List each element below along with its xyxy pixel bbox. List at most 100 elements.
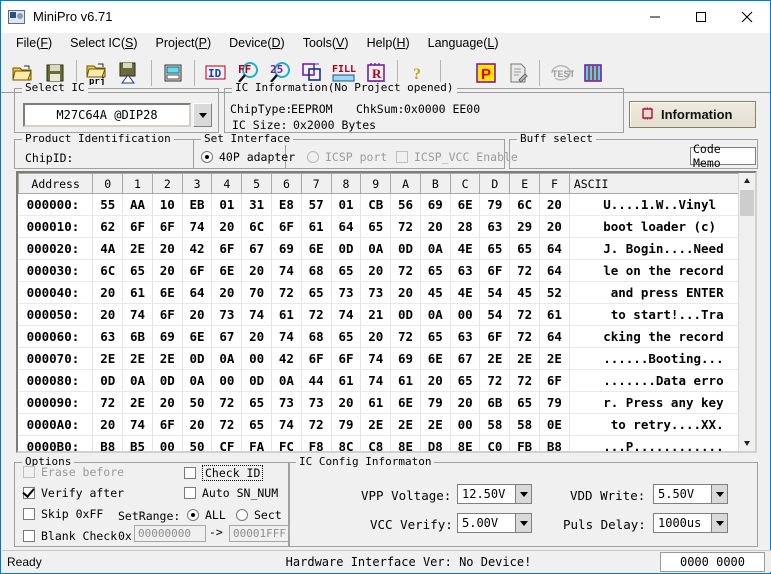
hex-byte-cell[interactable]: 65 xyxy=(331,325,362,348)
hex-byte-cell[interactable]: 0D xyxy=(390,303,421,326)
puls-value[interactable]: 1000us xyxy=(653,513,711,533)
hex-row[interactable]: 000060: 63 6B 69 6E 67 20 74 68 65 20 72 65 63 6F 72 64 c… xyxy=(18,325,755,348)
hex-byte-cell[interactable]: 0A xyxy=(271,369,302,392)
hex-byte-cell[interactable]: 0D xyxy=(182,347,213,370)
hex-byte-cell[interactable]: 8E xyxy=(390,435,421,451)
hex-byte-cell[interactable]: 2E xyxy=(152,347,183,370)
hex-byte-cell[interactable]: 2E xyxy=(360,413,392,436)
hex-byte-cell[interactable]: 62 xyxy=(92,215,124,238)
hex-byte-cell[interactable]: 52 xyxy=(539,281,570,304)
hex-byte-cell[interactable]: 20 xyxy=(360,259,392,282)
hex-byte-cell[interactable]: 65 xyxy=(420,259,451,282)
hex-byte-cell[interactable]: 2E xyxy=(390,413,421,436)
hex-byte-cell[interactable]: F8 xyxy=(301,435,332,451)
checkbox-verify-after-icon[interactable] xyxy=(23,487,35,499)
hex-byte-cell[interactable]: 72 xyxy=(390,215,421,238)
close-icon[interactable] xyxy=(724,1,770,32)
range-all-radio[interactable]: ALL xyxy=(187,508,226,522)
hex-byte-cell[interactable]: 72 xyxy=(92,391,124,414)
hex-byte-cell[interactable]: 65 xyxy=(479,237,511,260)
hex-byte-cell[interactable]: C8 xyxy=(360,435,392,451)
maximize-icon[interactable] xyxy=(678,1,724,32)
erase-before-checkbox[interactable]: Erase before xyxy=(23,465,124,479)
hex-byte-cell[interactable]: FC xyxy=(271,435,302,451)
hex-byte-cell[interactable]: 45 xyxy=(509,281,541,304)
hex-byte-cell[interactable]: 69 xyxy=(271,237,302,260)
vdd-value[interactable]: 5.50V xyxy=(653,484,711,504)
hex-byte-cell[interactable]: 74 xyxy=(122,413,153,436)
hex-byte-cell[interactable]: 57 xyxy=(301,193,332,216)
hex-byte-cell[interactable]: 64 xyxy=(539,237,570,260)
hex-byte-cell[interactable]: 20 xyxy=(92,413,124,436)
hex-byte-cell[interactable]: 72 xyxy=(301,413,332,436)
hex-byte-cell[interactable]: 72 xyxy=(390,325,421,348)
menu-language[interactable]: Language(L) xyxy=(419,34,508,53)
hex-byte-cell[interactable]: 0A xyxy=(122,369,153,392)
hex-byte-cell[interactable]: 74 xyxy=(271,259,302,282)
hex-byte-cell[interactable]: 6E xyxy=(450,193,481,216)
menu-tools[interactable]: Tools(V) xyxy=(294,34,358,53)
hex-byte-cell[interactable]: 67 xyxy=(241,237,273,260)
hex-byte-cell[interactable]: 72 xyxy=(509,369,541,392)
hex-row[interactable]: 000030: 6C 65 20 6F 6E 20 74 68 65 20 72 65 63 6F 72 64 l… xyxy=(18,259,755,282)
hex-byte-cell[interactable]: 61 xyxy=(331,369,362,392)
hex-byte-cell[interactable]: 6C xyxy=(241,215,273,238)
hex-byte-cell[interactable]: 65 xyxy=(122,259,153,282)
hex-byte-cell[interactable]: 0A xyxy=(182,369,213,392)
hex-byte-cell[interactable]: 20 xyxy=(182,303,213,326)
hex-byte-cell[interactable]: 64 xyxy=(331,215,362,238)
hex-byte-cell[interactable]: 73 xyxy=(301,391,332,414)
verify-icon[interactable] xyxy=(502,57,534,89)
menu-help[interactable]: Help(H) xyxy=(358,34,419,53)
hex-byte-cell[interactable]: 73 xyxy=(331,281,362,304)
hex-byte-cell[interactable]: 69 xyxy=(420,193,451,216)
hex-byte-cell[interactable]: 6E xyxy=(420,347,451,370)
hex-byte-cell[interactable]: 6B xyxy=(479,391,511,414)
hex-row[interactable]: 000040: 20 61 6E 64 20 70 72 65 73 73 20 45 4E 54 45 52 … xyxy=(18,281,755,304)
vcc-value[interactable]: 5.00V xyxy=(457,513,515,533)
chevron-down-icon[interactable] xyxy=(515,484,532,504)
hex-byte-cell[interactable]: 10 xyxy=(152,193,183,216)
hex-byte-cell[interactable]: 6E xyxy=(211,259,243,282)
hex-byte-cell[interactable]: B8 xyxy=(539,435,570,451)
test-icon[interactable]: TEST xyxy=(545,57,577,89)
hex-byte-cell[interactable]: 72 xyxy=(301,303,332,326)
program-icon[interactable]: P xyxy=(470,57,502,89)
hex-byte-cell[interactable]: 50 xyxy=(182,435,213,451)
hex-byte-cell[interactable]: FB xyxy=(509,435,541,451)
hex-byte-cell[interactable]: EB xyxy=(182,193,213,216)
hex-byte-cell[interactable]: 8E xyxy=(450,435,481,451)
hex-byte-cell[interactable]: 0A xyxy=(360,237,392,260)
hex-byte-cell[interactable]: 20 xyxy=(390,281,421,304)
hex-byte-cell[interactable]: 20 xyxy=(211,281,243,304)
hex-byte-cell[interactable]: 6E xyxy=(182,325,213,348)
hex-byte-cell[interactable]: 01 xyxy=(211,193,243,216)
hex-byte-cell[interactable]: 00 xyxy=(152,435,183,451)
hex-byte-cell[interactable]: D8 xyxy=(420,435,451,451)
hex-byte-cell[interactable]: 20 xyxy=(331,391,362,414)
hex-byte-cell[interactable]: 2E xyxy=(122,237,153,260)
select-ic-value[interactable]: M27C64A @DIP28 xyxy=(23,103,191,127)
hex-byte-cell[interactable]: 72 xyxy=(509,259,541,282)
hex-byte-cell[interactable]: 6F xyxy=(152,215,183,238)
hex-byte-cell[interactable]: 44 xyxy=(301,369,332,392)
hex-byte-cell[interactable]: 70 xyxy=(241,281,273,304)
hex-byte-cell[interactable]: 4E xyxy=(450,281,481,304)
hex-byte-cell[interactable]: CB xyxy=(360,193,392,216)
hex-byte-cell[interactable]: 2E xyxy=(122,347,153,370)
hex-byte-cell[interactable]: 79 xyxy=(331,413,362,436)
hex-byte-cell[interactable]: 00 xyxy=(450,413,481,436)
buff-select-value[interactable]: Code Memo xyxy=(690,142,756,170)
radio-40p-icon[interactable] xyxy=(201,151,213,163)
hex-byte-cell[interactable]: 64 xyxy=(539,259,570,282)
hex-byte-cell[interactable]: 65 xyxy=(241,391,273,414)
hex-byte-cell[interactable]: 6F xyxy=(301,347,332,370)
hex-byte-cell[interactable]: 20 xyxy=(152,391,183,414)
hex-byte-cell[interactable]: 68 xyxy=(301,325,332,348)
hex-byte-cell[interactable]: 00 xyxy=(241,347,273,370)
hex-byte-cell[interactable]: 0A xyxy=(211,347,243,370)
memory-icon[interactable] xyxy=(157,57,189,89)
hex-byte-cell[interactable]: 54 xyxy=(479,281,511,304)
blank-check-checkbox[interactable]: Blank Check xyxy=(23,529,117,543)
range-sect-radio[interactable]: Sect xyxy=(236,508,282,522)
